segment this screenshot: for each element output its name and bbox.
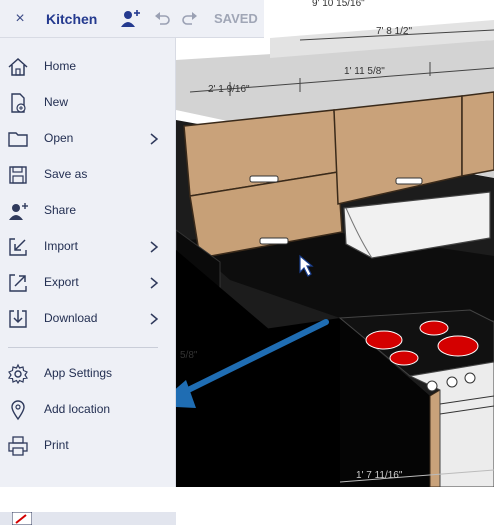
save-status-label: SAVED [214, 11, 258, 26]
export-icon [7, 272, 29, 294]
close-icon[interactable]: × [0, 10, 40, 28]
new-file-icon [7, 92, 29, 114]
bottom-toolbar-strip [0, 512, 176, 525]
menu-item-label: Export [44, 275, 79, 289]
add-user-icon[interactable] [120, 9, 142, 29]
menu-item-print[interactable]: Print [0, 428, 176, 464]
menu-item-label: Print [44, 438, 69, 452]
dimension-label: 9' 10 15/16" [312, 0, 365, 9]
menu-item-download[interactable]: Download [0, 301, 176, 337]
menu-item-app-settings[interactable]: App Settings [0, 356, 176, 392]
menu-item-label: Share [44, 203, 77, 217]
redo-icon[interactable] [180, 9, 200, 29]
menu-item-share[interactable]: Share [0, 193, 176, 229]
menu-item-label: Import [44, 239, 79, 253]
menu-item-label: New [44, 95, 69, 109]
menu-item-new[interactable]: New [0, 85, 176, 121]
dimension-label: 1' 7 11/16" [356, 470, 403, 481]
folder-icon [7, 128, 29, 150]
save-icon [7, 164, 29, 186]
menu-item-open[interactable]: Open [0, 121, 176, 157]
dimension-label: 1' 11 5/8" [344, 66, 385, 77]
share-user-icon [7, 200, 29, 222]
home-icon [7, 56, 29, 78]
menu-item-export[interactable]: Export [0, 265, 176, 301]
import-icon [7, 236, 29, 258]
chevron-right-icon [148, 132, 160, 146]
location-pin-icon [7, 399, 29, 421]
file-menu: Home New Open Save as Share Import Expor… [0, 38, 176, 525]
menu-item-label: Add location [44, 402, 111, 416]
gear-icon [7, 363, 29, 385]
download-icon [7, 308, 29, 330]
menu-item-label: Save as [44, 167, 88, 181]
document-title[interactable]: Kitchen [46, 11, 97, 27]
chevron-right-icon [148, 276, 160, 290]
menu-item-save-as[interactable]: Save as [0, 157, 176, 193]
top-bar: × Kitchen SAVED [0, 0, 264, 38]
menu-item-label: Open [44, 131, 74, 145]
edit-tool-icon[interactable] [12, 512, 32, 525]
wall-cabinet-left[interactable] [183, 109, 343, 259]
chevron-right-icon [148, 312, 160, 326]
menu-item-add-location[interactable]: Add location [0, 392, 176, 428]
dimension-label: 5/8" [180, 350, 198, 361]
printer-icon [7, 435, 29, 457]
menu-item-label: Home [44, 59, 77, 73]
undo-icon[interactable] [152, 9, 172, 29]
menu-item-label: Download [44, 311, 98, 325]
menu-item-label: App Settings [44, 366, 113, 380]
dimension-label: 2' 1 9/16" [208, 84, 250, 95]
menu-item-home[interactable]: Home [0, 49, 176, 85]
menu-item-import[interactable]: Import [0, 229, 176, 265]
dimension-label: 7' 8 1/2" [376, 26, 412, 37]
chevron-right-icon [148, 240, 160, 254]
menu-divider [8, 347, 158, 348]
